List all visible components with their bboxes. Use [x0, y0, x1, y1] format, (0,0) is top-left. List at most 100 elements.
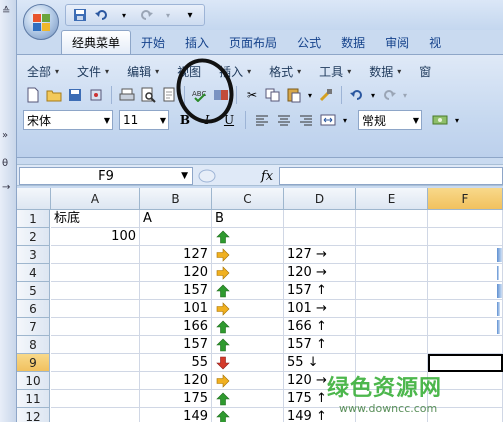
undo-icon[interactable]: [92, 6, 112, 24]
cell-c12[interactable]: [212, 408, 284, 422]
cell-b9[interactable]: 55: [140, 354, 212, 372]
cell-e11[interactable]: [356, 390, 428, 408]
cell-f8[interactable]: [428, 336, 503, 354]
column-header-a[interactable]: A: [51, 188, 140, 210]
menu-file[interactable]: 文件 ▾: [71, 61, 115, 81]
cell-c3[interactable]: [212, 246, 284, 264]
open-folder-icon[interactable]: [44, 85, 64, 105]
menu-all[interactable]: 全部 ▾: [21, 61, 65, 81]
cell-b3[interactable]: 127: [140, 246, 212, 264]
cell-d9[interactable]: 55 ↓: [284, 354, 356, 372]
font-name-select[interactable]: 宋体 ▼: [23, 110, 113, 130]
cell-a2[interactable]: 100: [51, 228, 140, 246]
cell-f9[interactable]: [428, 354, 503, 372]
cell-b12[interactable]: 149: [140, 408, 212, 422]
column-header-e[interactable]: E: [356, 188, 428, 210]
cell-b6[interactable]: 101: [140, 300, 212, 318]
menu-data[interactable]: 数据 ▾: [363, 61, 407, 81]
number-format-select[interactable]: 常规 ▼: [358, 110, 422, 130]
cell-e3[interactable]: [356, 246, 428, 264]
tab-page-layout[interactable]: 页面布局: [219, 30, 287, 54]
redo-dropdown-icon[interactable]: ▾: [158, 6, 178, 24]
cell-e1[interactable]: [356, 210, 428, 228]
tab-home[interactable]: 开始: [131, 30, 175, 54]
cell-e4[interactable]: [356, 264, 428, 282]
column-header-d[interactable]: D: [284, 188, 356, 210]
row-header[interactable]: 10: [17, 372, 50, 390]
row-header[interactable]: 9: [17, 354, 50, 372]
cell-c2[interactable]: [212, 228, 284, 246]
cell-c1[interactable]: B: [212, 210, 284, 228]
customize-icon[interactable]: ▾: [180, 6, 200, 24]
tab-insert[interactable]: 插入: [175, 30, 219, 54]
select-all-corner[interactable]: [17, 188, 51, 210]
cell-f2[interactable]: [428, 228, 503, 246]
cell-d2[interactable]: [284, 228, 356, 246]
cell-f10[interactable]: [428, 372, 503, 390]
cell-b10[interactable]: 120: [140, 372, 212, 390]
row-header[interactable]: 8: [17, 336, 50, 354]
cell-e8[interactable]: [356, 336, 428, 354]
insert-function-icon[interactable]: fx: [261, 169, 273, 184]
merge-dropdown-icon[interactable]: ▾: [340, 110, 350, 130]
cell-c5[interactable]: [212, 282, 284, 300]
row-header[interactable]: 2: [17, 228, 50, 246]
column-header-b[interactable]: B: [140, 188, 212, 210]
formula-input[interactable]: [279, 167, 503, 185]
format-painter-icon[interactable]: [316, 85, 336, 105]
row-header[interactable]: 11: [17, 390, 50, 408]
cell-b1[interactable]: A: [140, 210, 212, 228]
office-button[interactable]: [23, 4, 59, 40]
cell-d4[interactable]: 120 →: [284, 264, 356, 282]
tab-classic-menu[interactable]: 经典菜单: [61, 30, 132, 54]
cell-d12[interactable]: 149 ↑: [284, 408, 356, 422]
cell-a4[interactable]: [51, 264, 140, 282]
row-header[interactable]: 4: [17, 264, 50, 282]
cell-e6[interactable]: [356, 300, 428, 318]
align-right-icon[interactable]: [296, 110, 316, 130]
tab-formulas[interactable]: 公式: [287, 30, 331, 54]
worksheet-grid[interactable]: A B C D E F 1 标底 A B 2 100 3 127 127 → 4 120 120 → 5 157 157…: [17, 188, 503, 422]
paste-dropdown-icon[interactable]: ▾: [305, 85, 315, 105]
redo-icon[interactable]: [136, 6, 156, 24]
cell-f11[interactable]: [428, 390, 503, 408]
cell-a6[interactable]: [51, 300, 140, 318]
cell-b5[interactable]: 157: [140, 282, 212, 300]
tab-view[interactable]: 视: [419, 30, 451, 54]
row-header[interactable]: 5: [17, 282, 50, 300]
cell-a8[interactable]: [51, 336, 140, 354]
tab-review[interactable]: 审阅: [375, 30, 419, 54]
cell-c4[interactable]: [212, 264, 284, 282]
cell-f7[interactable]: [428, 318, 503, 336]
cell-d1[interactable]: [284, 210, 356, 228]
save-icon[interactable]: [70, 6, 90, 24]
cut-icon[interactable]: ✂: [242, 85, 262, 105]
cell-e5[interactable]: [356, 282, 428, 300]
cell-a7[interactable]: [51, 318, 140, 336]
paste-icon[interactable]: [284, 85, 304, 105]
align-left-icon[interactable]: [252, 110, 272, 130]
row-header[interactable]: 6: [17, 300, 50, 318]
menu-window[interactable]: 窗: [413, 61, 437, 81]
column-header-f[interactable]: F: [428, 188, 503, 210]
print-preview-icon[interactable]: [138, 85, 158, 105]
cell-d11[interactable]: 175 ↑: [284, 390, 356, 408]
cell-a3[interactable]: [51, 246, 140, 264]
undo-dropdown-icon[interactable]: ▾: [114, 6, 134, 24]
currency-dropdown-icon[interactable]: ▾: [452, 110, 462, 130]
cell-c11[interactable]: [212, 390, 284, 408]
cell-f12[interactable]: [428, 408, 503, 422]
menu-format[interactable]: 格式 ▾: [263, 61, 307, 81]
cell-b7[interactable]: 166: [140, 318, 212, 336]
cell-e2[interactable]: [356, 228, 428, 246]
menu-edit[interactable]: 编辑 ▾: [121, 61, 165, 81]
merge-center-icon[interactable]: [318, 110, 338, 130]
cell-a9[interactable]: [51, 354, 140, 372]
name-box[interactable]: F9 ▼: [19, 167, 193, 185]
tab-data[interactable]: 数据: [331, 30, 375, 54]
cell-e10[interactable]: [356, 372, 428, 390]
cell-f4[interactable]: [428, 264, 503, 282]
cell-a10[interactable]: [51, 372, 140, 390]
cell-b4[interactable]: 120: [140, 264, 212, 282]
column-header-c[interactable]: C: [212, 188, 284, 210]
